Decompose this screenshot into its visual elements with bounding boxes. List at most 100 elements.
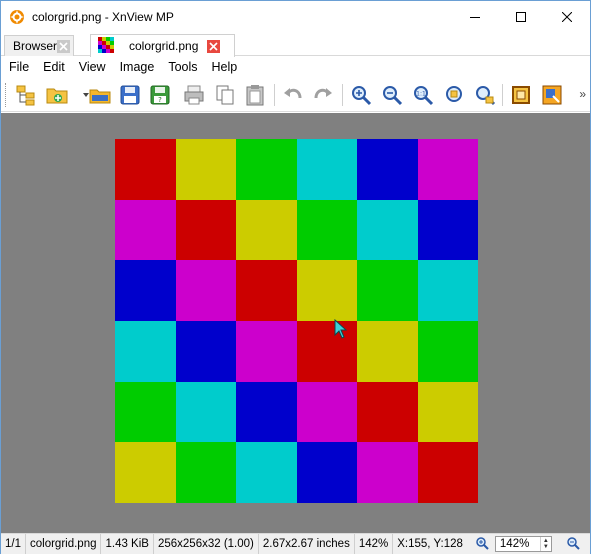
grid-cell xyxy=(175,442,236,503)
spin-down-icon: ▼ xyxy=(542,544,549,550)
grid-cell xyxy=(175,260,236,321)
redo-button[interactable] xyxy=(310,82,336,108)
image-canvas[interactable] xyxy=(115,139,478,503)
menu-help[interactable]: Help xyxy=(204,60,244,74)
image-viewer[interactable] xyxy=(1,113,590,533)
status-print-size: 2.67x2.67 inches xyxy=(259,533,355,554)
zoom-lock-button[interactable] xyxy=(472,82,498,108)
close-icon xyxy=(562,11,572,22)
menu-bar: File Edit View Image Tools Help xyxy=(1,57,590,77)
grid-cell xyxy=(115,260,176,321)
undo-button[interactable] xyxy=(280,82,306,108)
grid-cell xyxy=(296,321,357,382)
grid-cell xyxy=(236,381,297,443)
tab-bar: Browser colorgrid.png xyxy=(1,32,590,57)
open-folder-icon xyxy=(46,88,68,104)
zoom-in-button[interactable] xyxy=(348,82,374,108)
xnview-logo-icon xyxy=(9,9,25,25)
grid-cell xyxy=(236,199,297,261)
grid-cell xyxy=(175,321,236,382)
grid-cell xyxy=(296,199,357,261)
grid-cell xyxy=(296,381,357,443)
grid-cell xyxy=(417,381,478,443)
crop-button[interactable] xyxy=(508,82,534,108)
resize-icon xyxy=(542,85,562,105)
maximize-button[interactable] xyxy=(498,1,544,32)
menu-view[interactable]: View xyxy=(71,60,112,74)
zoom-out-button[interactable] xyxy=(379,82,405,108)
grid-cell xyxy=(417,260,478,321)
tree-view-button[interactable] xyxy=(13,82,39,108)
toolbar-overflow-button[interactable]: » xyxy=(579,87,586,101)
resize-button[interactable] xyxy=(539,82,565,108)
paste-icon xyxy=(246,85,264,106)
zoom-1to1-button[interactable]: 1:1 xyxy=(410,82,436,108)
zoom-in-icon[interactable] xyxy=(475,536,489,553)
crop-icon xyxy=(512,86,530,104)
maximize-icon xyxy=(516,11,526,22)
open-folder-button[interactable] xyxy=(45,82,71,108)
app-window: colorgrid.png - XnView MP Browser colorg… xyxy=(0,0,591,554)
mouse-cursor-icon xyxy=(334,318,348,342)
menu-edit[interactable]: Edit xyxy=(35,60,71,74)
zoom-out-icon[interactable] xyxy=(566,536,580,553)
grid-cell xyxy=(296,139,357,200)
grid-cell xyxy=(357,139,418,200)
status-dimensions: 256x256x32 (1.00) xyxy=(154,533,259,554)
close-tab-icon[interactable] xyxy=(57,39,70,53)
zoom-lock-icon xyxy=(476,86,496,106)
save-as-button[interactable]: ? xyxy=(147,82,173,108)
tab-colorgrid[interactable]: colorgrid.png xyxy=(90,34,235,57)
menu-file[interactable]: File xyxy=(1,60,35,74)
grid-cell xyxy=(115,321,176,382)
grid-cell xyxy=(115,199,176,261)
grid-cell xyxy=(357,321,418,382)
svg-text:1:1: 1:1 xyxy=(416,91,426,98)
folder-icon xyxy=(89,89,111,104)
status-coordinates: X:155, Y:128 xyxy=(397,538,463,550)
save-button[interactable] xyxy=(117,82,143,108)
grid-cell xyxy=(175,381,236,443)
minimize-button[interactable] xyxy=(452,1,498,32)
svg-text:?: ? xyxy=(158,96,162,104)
tree-view-icon xyxy=(16,85,35,106)
grid-cell xyxy=(175,199,236,261)
print-button[interactable] xyxy=(181,82,207,108)
grid-cell xyxy=(296,442,357,503)
grid-cell xyxy=(357,442,418,503)
status-index: 1/1 xyxy=(1,533,26,554)
menu-tools[interactable]: Tools xyxy=(160,60,203,74)
tab-browser[interactable]: Browser xyxy=(4,35,74,56)
redo-icon xyxy=(314,88,332,99)
copy-icon xyxy=(216,85,234,105)
status-filename: colorgrid.png xyxy=(26,533,102,554)
menu-image[interactable]: Image xyxy=(112,60,161,74)
grid-cell xyxy=(357,199,418,261)
grid-cell xyxy=(236,260,297,321)
folder-button[interactable] xyxy=(87,82,113,108)
grid-cell xyxy=(236,442,297,503)
grid-cell xyxy=(417,442,478,503)
copy-button[interactable] xyxy=(212,82,238,108)
close-button[interactable] xyxy=(544,1,590,32)
toolbar-separator xyxy=(342,84,343,106)
title-bar[interactable]: colorgrid.png - XnView MP xyxy=(1,1,590,32)
status-bar: 1/1 colorgrid.png 1.43 KiB 256x256x32 (1… xyxy=(1,533,590,554)
print-icon xyxy=(184,85,204,105)
undo-icon xyxy=(284,88,302,99)
grid-cell xyxy=(236,321,297,382)
grid-cell xyxy=(115,381,176,443)
paste-button[interactable] xyxy=(242,82,268,108)
grid-cell xyxy=(296,260,357,321)
grid-cell xyxy=(357,381,418,443)
save-as-icon: ? xyxy=(150,85,170,105)
toolbar: ? 1:1 » xyxy=(1,77,590,112)
tab-label: colorgrid.png xyxy=(129,39,199,53)
toolbar-grip[interactable] xyxy=(5,83,8,107)
zoom-combobox[interactable]: 142% ▲ ▼ xyxy=(494,536,552,552)
zoom-fit-button[interactable] xyxy=(441,82,467,108)
zoom-spinner[interactable]: ▲ ▼ xyxy=(539,537,551,551)
zoom-in-icon xyxy=(352,86,372,106)
close-tab-icon[interactable] xyxy=(207,39,220,53)
toolbar-separator xyxy=(274,84,275,106)
